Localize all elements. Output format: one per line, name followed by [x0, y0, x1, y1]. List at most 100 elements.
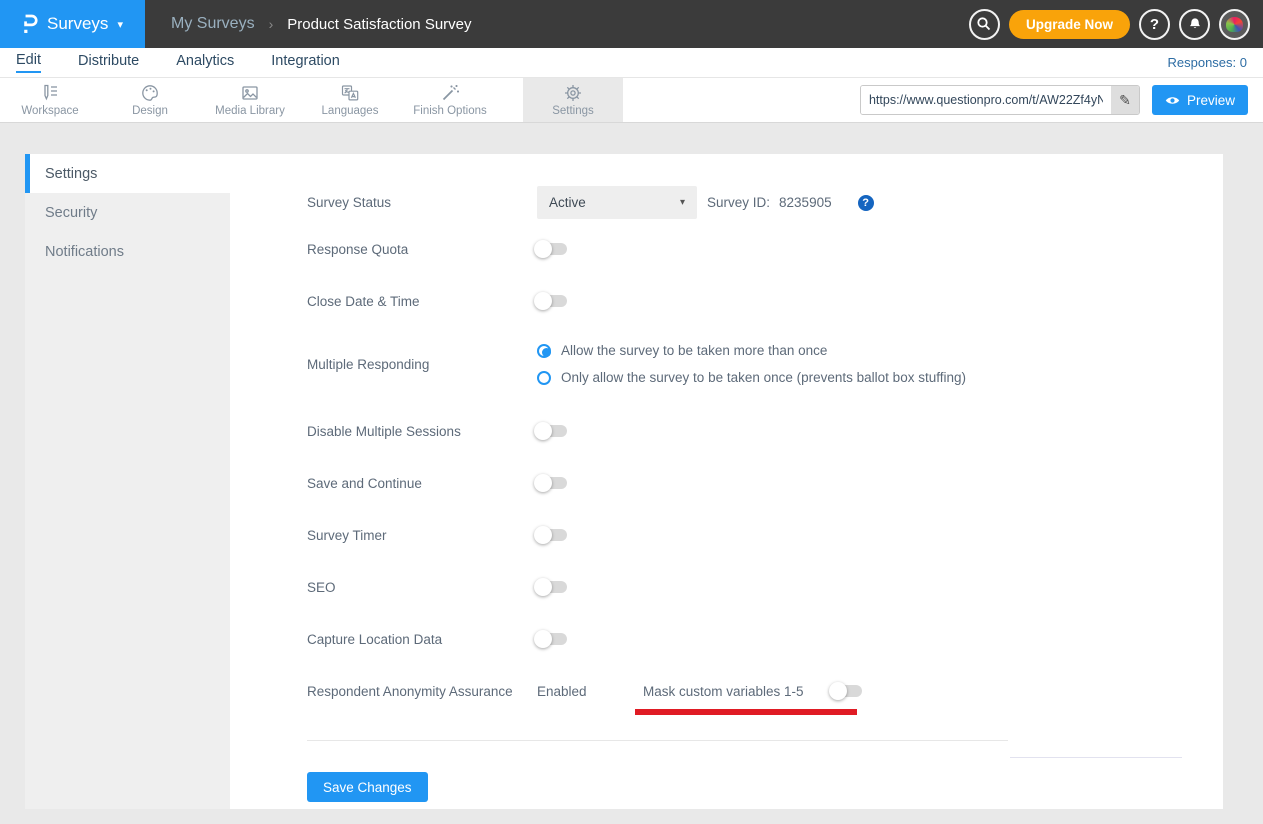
- user-avatar[interactable]: [1219, 9, 1250, 40]
- radio-unselected-icon[interactable]: [537, 371, 551, 385]
- toolbar-tab-languages[interactable]: Languages: [300, 78, 400, 122]
- toolbar-right: ✎ Preview: [860, 78, 1263, 122]
- radio-allow-multiple[interactable]: Allow the survey to be taken more than o…: [537, 343, 966, 358]
- row-survey-timer: Survey Timer: [307, 525, 1223, 545]
- sidebar-item-security[interactable]: Security: [25, 193, 230, 232]
- settings-content: Survey Status Active ▾ Survey ID: 823590…: [230, 154, 1223, 809]
- workspace-icon: [40, 83, 60, 103]
- breadcrumb: My Surveys › Product Satisfaction Survey: [171, 15, 472, 33]
- sidebar-item-label: Settings: [45, 166, 97, 182]
- gear-icon: [563, 83, 583, 103]
- sidebar-item-notifications[interactable]: Notifications: [25, 232, 230, 271]
- toolbar-tab-finish-options[interactable]: Finish Options: [400, 78, 500, 122]
- tab-integration[interactable]: Integration: [271, 53, 340, 72]
- settings-sidebar: Settings Security Notifications: [25, 154, 230, 809]
- row-capture-location: Capture Location Data: [307, 629, 1223, 649]
- toggle-knob: [534, 292, 552, 310]
- save-changes-button[interactable]: Save Changes: [307, 772, 428, 802]
- radio-option-label: Only allow the survey to be taken once (…: [561, 370, 966, 385]
- edit-url-button[interactable]: ✎: [1111, 86, 1139, 114]
- toolbar-tab-design[interactable]: Design: [100, 78, 200, 122]
- image-icon: [240, 83, 260, 103]
- survey-status-label: Survey Status: [307, 195, 537, 210]
- red-annotation-underline: [635, 709, 857, 715]
- row-seo: SEO: [307, 577, 1223, 597]
- responses-count[interactable]: Responses: 0: [1168, 55, 1248, 70]
- close-date-toggle[interactable]: [537, 295, 567, 307]
- row-close-date: Close Date & Time: [307, 291, 1223, 311]
- avatar-logo-icon: [1226, 17, 1243, 32]
- toggle-knob: [829, 682, 847, 700]
- surveys-product-menu[interactable]: Surveys ▾: [0, 0, 145, 48]
- preview-label: Preview: [1187, 93, 1235, 108]
- help-button[interactable]: ?: [1139, 9, 1170, 40]
- tab-edit[interactable]: Edit: [16, 52, 41, 73]
- row-anonymity: Respondent Anonymity Assurance Enabled M…: [307, 681, 1223, 701]
- content-divider-secondary: [1010, 757, 1182, 758]
- radio-only-once[interactable]: Only allow the survey to be taken once (…: [537, 370, 966, 385]
- toolbar-tab-workspace[interactable]: Workspace: [0, 78, 100, 122]
- multiple-responding-label: Multiple Responding: [307, 357, 537, 372]
- row-save-continue: Save and Continue: [307, 473, 1223, 493]
- toggle-knob: [534, 630, 552, 648]
- save-continue-label: Save and Continue: [307, 476, 537, 491]
- radio-selected-icon[interactable]: [537, 344, 551, 358]
- product-label: Surveys: [47, 14, 108, 34]
- row-survey-status: Survey Status Active ▾ Survey ID: 823590…: [307, 186, 1223, 219]
- upgrade-now-button[interactable]: Upgrade Now: [1009, 10, 1130, 39]
- toggle-knob: [534, 240, 552, 258]
- section-nav: Edit Distribute Analytics Integration Re…: [0, 48, 1263, 78]
- toggle-knob: [534, 526, 552, 544]
- magic-wand-icon: [440, 83, 460, 103]
- mask-variables-toggle[interactable]: [832, 685, 862, 697]
- sidebar-item-settings[interactable]: Settings: [25, 154, 230, 193]
- breadcrumb-chevron-icon: ›: [269, 16, 274, 32]
- content-divider: [307, 740, 1008, 741]
- breadcrumb-current-survey: Product Satisfaction Survey: [287, 16, 471, 33]
- survey-id-label: Survey ID:: [707, 195, 770, 210]
- top-header: Surveys ▾ My Surveys › Product Satisfact…: [0, 0, 1263, 48]
- close-date-label: Close Date & Time: [307, 294, 537, 309]
- toolbar-tab-media-library[interactable]: Media Library: [200, 78, 300, 122]
- capture-location-toggle[interactable]: [537, 633, 567, 645]
- mask-variables-label: Mask custom variables 1-5: [643, 684, 804, 699]
- tab-distribute[interactable]: Distribute: [78, 53, 139, 72]
- translate-icon: [340, 83, 360, 103]
- disable-sessions-toggle[interactable]: [537, 425, 567, 437]
- toolbar-label: Languages: [322, 105, 379, 117]
- save-continue-toggle[interactable]: [537, 477, 567, 489]
- toolbar-label: Design: [132, 105, 168, 117]
- survey-url-input[interactable]: [861, 86, 1111, 114]
- tab-analytics[interactable]: Analytics: [176, 53, 234, 72]
- survey-timer-toggle[interactable]: [537, 529, 567, 541]
- survey-id-help-icon[interactable]: ?: [858, 195, 874, 211]
- survey-status-select[interactable]: Active ▾: [537, 186, 697, 219]
- toolbar-label: Settings: [552, 105, 594, 117]
- breadcrumb-my-surveys[interactable]: My Surveys: [171, 15, 255, 33]
- header-actions: Upgrade Now ?: [969, 9, 1263, 40]
- caret-down-icon: ▾: [117, 18, 123, 31]
- preview-button[interactable]: Preview: [1152, 85, 1248, 115]
- radio-option-label: Allow the survey to be taken more than o…: [561, 343, 827, 358]
- toolbar-label: Workspace: [21, 105, 78, 117]
- survey-id-value: 8235905: [779, 195, 832, 210]
- capture-location-label: Capture Location Data: [307, 632, 537, 647]
- edit-toolbar: Workspace Design Media Library Languages…: [0, 78, 1263, 123]
- toggle-knob: [534, 422, 552, 440]
- toolbar-tab-settings[interactable]: Settings: [523, 78, 623, 122]
- questionpro-logo-icon: [22, 13, 38, 35]
- notifications-button[interactable]: [1179, 9, 1210, 40]
- survey-timer-label: Survey Timer: [307, 528, 537, 543]
- multiple-responding-options: Allow the survey to be taken more than o…: [537, 343, 966, 385]
- row-disable-sessions: Disable Multiple Sessions: [307, 421, 1223, 441]
- toolbar-label: Media Library: [215, 105, 285, 117]
- caret-down-icon: ▾: [680, 197, 685, 208]
- toolbar-label: Finish Options: [413, 105, 487, 117]
- search-icon: [976, 16, 992, 32]
- question-mark-icon: ?: [1150, 16, 1159, 33]
- toggle-knob: [534, 578, 552, 596]
- seo-toggle[interactable]: [537, 581, 567, 593]
- response-quota-toggle[interactable]: [537, 243, 567, 255]
- row-response-quota: Response Quota: [307, 239, 1223, 259]
- search-button[interactable]: [969, 9, 1000, 40]
